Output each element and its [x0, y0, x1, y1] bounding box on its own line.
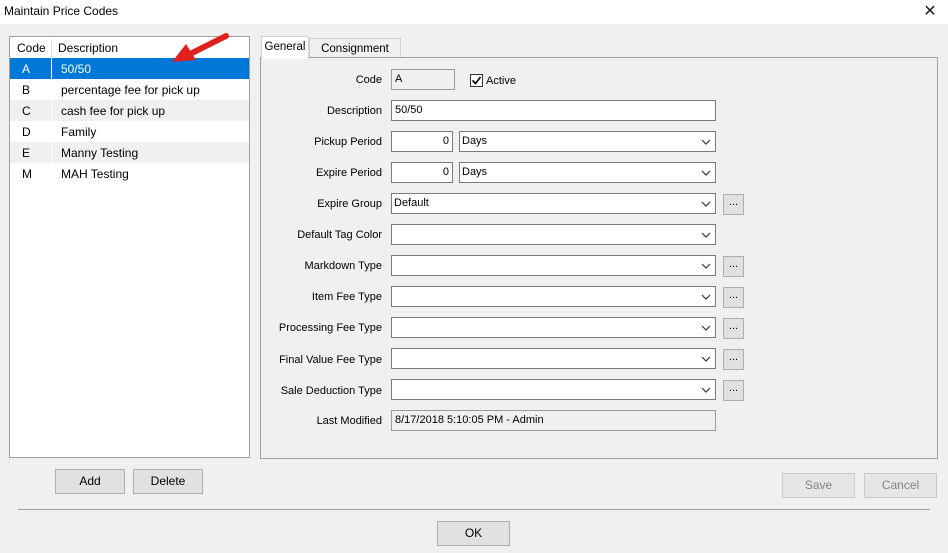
row-code: C — [22, 104, 31, 118]
markdown-type-select[interactable] — [391, 255, 716, 276]
expire-group-label: Expire Group — [317, 198, 382, 210]
item-fee-type-label: Item Fee Type — [311, 291, 382, 303]
add-button[interactable]: Add — [55, 469, 125, 494]
column-header-description[interactable]: Description — [58, 41, 118, 55]
ok-button[interactable]: OK — [437, 521, 510, 546]
chevron-down-icon — [701, 201, 711, 207]
row-description: cash fee for pick up — [61, 104, 166, 118]
row-description: Family — [61, 125, 97, 139]
cancel-button[interactable]: Cancel — [864, 473, 937, 498]
pickup-period-unit-select[interactable]: Days — [459, 131, 716, 152]
expire-group-browse-button[interactable]: ... — [723, 194, 744, 215]
row-code: M — [22, 167, 32, 181]
description-label: Description — [326, 105, 382, 117]
footer-divider — [18, 509, 930, 510]
active-checkbox[interactable] — [470, 74, 483, 87]
pickup-period-label: Pickup Period — [314, 136, 382, 148]
row-code: D — [22, 125, 31, 139]
processing-fee-type-label: Processing Fee Type — [278, 322, 382, 334]
column-divider[interactable] — [51, 39, 52, 57]
chevron-down-icon — [701, 294, 711, 300]
final-value-fee-type-browse-button[interactable]: ... — [723, 349, 744, 370]
markdown-type-browse-button[interactable]: ... — [723, 256, 744, 277]
processing-fee-type-browse-button[interactable]: ... — [723, 318, 744, 339]
expire-period-input[interactable]: 0 — [391, 162, 453, 183]
processing-fee-type-select[interactable] — [391, 317, 716, 338]
row-code: A — [22, 62, 31, 76]
column-header-code[interactable]: Code — [17, 41, 46, 55]
row-description: percentage fee for pick up — [61, 83, 200, 97]
window-title: Maintain Price Codes — [4, 4, 119, 18]
expire-period-label: Expire Period — [315, 167, 382, 179]
sale-deduction-type-label: Sale Deduction Type — [280, 385, 382, 397]
chevron-down-icon — [701, 232, 711, 238]
sale-deduction-type-select[interactable] — [391, 379, 716, 400]
tab-general[interactable]: General — [261, 36, 309, 59]
red-arrow-icon — [172, 33, 229, 62]
close-icon[interactable]: ✕ — [916, 0, 944, 24]
row-divider — [51, 142, 52, 163]
row-code: E — [22, 146, 31, 160]
last-modified-label: Last Modified — [316, 415, 382, 427]
chevron-down-icon — [701, 263, 711, 269]
delete-button[interactable]: Delete — [133, 469, 203, 494]
row-divider — [51, 100, 52, 121]
default-tag-color-select[interactable] — [391, 224, 716, 245]
code-label: Code — [355, 74, 382, 86]
final-value-fee-type-select[interactable] — [391, 348, 716, 369]
row-description: MAH Testing — [61, 167, 129, 181]
pickup-period-input[interactable]: 0 — [391, 131, 453, 152]
expire-period-unit-select[interactable]: Days — [459, 162, 716, 183]
row-divider — [51, 58, 52, 79]
active-label[interactable]: Active — [486, 75, 516, 87]
chevron-down-icon — [701, 325, 711, 331]
item-fee-type-select[interactable] — [391, 286, 716, 307]
chevron-down-icon — [701, 170, 711, 176]
final-value-fee-type-label: Final Value Fee Type — [279, 354, 382, 366]
chevron-down-icon — [701, 139, 711, 145]
row-code: B — [22, 83, 31, 97]
code-field[interactable]: A — [391, 69, 455, 90]
markdown-type-label: Markdown Type — [304, 260, 382, 272]
title-bar: Maintain Price Codes ✕ — [0, 0, 948, 24]
expire-period-unit-value: Days — [462, 166, 488, 178]
pickup-period-unit-value: Days — [462, 135, 488, 147]
chevron-down-icon — [701, 356, 711, 362]
description-field[interactable]: 50/50 — [391, 100, 716, 121]
checkmark-icon — [471, 76, 482, 85]
save-button[interactable]: Save — [782, 473, 855, 498]
expire-group-value: Default — [394, 197, 429, 209]
row-description: Manny Testing — [61, 146, 139, 160]
last-modified-field: 8/17/2018 5:10:05 PM - Admin — [391, 410, 716, 431]
chevron-down-icon — [701, 387, 711, 393]
sale-deduction-type-browse-button[interactable]: ... — [723, 380, 744, 401]
expire-group-select[interactable]: Default — [391, 193, 716, 214]
row-description: 50/50 — [61, 62, 92, 76]
default-tag-color-label: Default Tag Color — [297, 229, 382, 241]
item-fee-type-browse-button[interactable]: ... — [723, 287, 744, 308]
